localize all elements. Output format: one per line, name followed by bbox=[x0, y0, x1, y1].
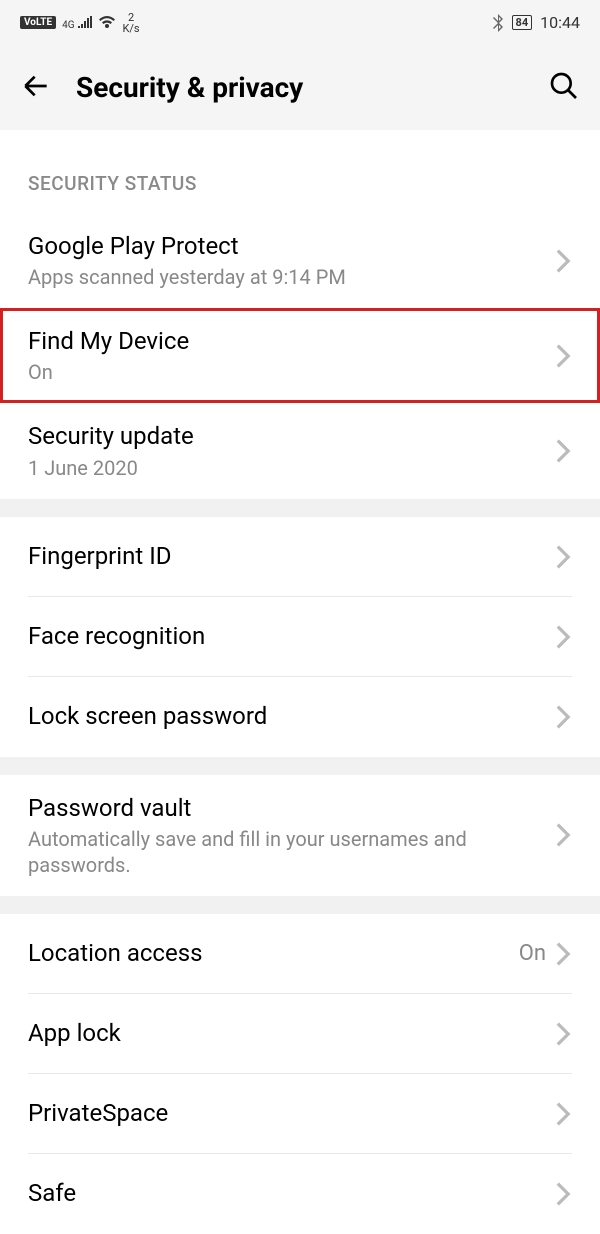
section-divider bbox=[0, 499, 600, 517]
item-title: Lock screen password bbox=[28, 701, 554, 732]
item-face-recognition[interactable]: Face recognition bbox=[0, 597, 600, 677]
back-button[interactable] bbox=[20, 70, 52, 106]
item-google-play-protect[interactable]: Google Play Protect Apps scanned yesterd… bbox=[0, 213, 600, 308]
search-icon bbox=[548, 70, 580, 102]
item-title: Password vault bbox=[28, 793, 554, 824]
chevron-right-icon bbox=[554, 1101, 572, 1127]
item-location-access[interactable]: Location access On bbox=[0, 914, 600, 994]
item-title: App lock bbox=[28, 1018, 554, 1049]
item-title: Security update bbox=[28, 421, 554, 452]
chevron-right-icon bbox=[554, 1021, 572, 1047]
chevron-right-icon bbox=[554, 704, 572, 730]
chevron-right-icon bbox=[554, 822, 572, 848]
item-title: Google Play Protect bbox=[28, 231, 554, 262]
chevron-right-icon bbox=[554, 544, 572, 570]
app-bar: Security & privacy bbox=[0, 45, 600, 130]
volte-badge: VoLTE bbox=[20, 16, 56, 29]
settings-list: SECURITY STATUS Google Play Protect Apps… bbox=[0, 130, 600, 1234]
section-header-security-status: SECURITY STATUS bbox=[0, 130, 600, 213]
item-title: Location access bbox=[28, 938, 519, 969]
status-right: 84 10:44 bbox=[492, 13, 580, 32]
arrow-back-icon bbox=[20, 70, 52, 102]
signal-icon bbox=[78, 16, 92, 28]
status-bar: VoLTE 4G 2 K/s 84 10:44 bbox=[0, 0, 600, 45]
battery-indicator: 84 bbox=[512, 15, 533, 30]
search-button[interactable] bbox=[548, 70, 580, 106]
chevron-right-icon bbox=[554, 438, 572, 464]
chevron-right-icon bbox=[554, 941, 572, 967]
item-security-update[interactable]: Security update 1 June 2020 bbox=[0, 403, 600, 498]
item-app-lock[interactable]: App lock bbox=[0, 994, 600, 1074]
chevron-right-icon bbox=[554, 343, 572, 369]
item-password-vault[interactable]: Password vault Automatically save and fi… bbox=[0, 775, 600, 896]
chevron-right-icon bbox=[554, 248, 572, 274]
status-left: VoLTE 4G 2 K/s bbox=[20, 12, 140, 34]
item-title: Face recognition bbox=[28, 621, 554, 652]
item-title: Fingerprint ID bbox=[28, 541, 554, 572]
item-lock-screen-password[interactable]: Lock screen password bbox=[0, 677, 600, 757]
item-title: Find My Device bbox=[28, 326, 554, 357]
chevron-right-icon bbox=[554, 624, 572, 650]
item-safe[interactable]: Safe bbox=[0, 1154, 600, 1234]
item-subtitle: Automatically save and fill in your user… bbox=[28, 826, 554, 878]
item-find-my-device[interactable]: Find My Device On bbox=[0, 308, 600, 403]
item-privatespace[interactable]: PrivateSpace bbox=[0, 1074, 600, 1154]
item-fingerprint-id[interactable]: Fingerprint ID bbox=[0, 517, 600, 597]
section-divider bbox=[0, 896, 600, 914]
item-subtitle: On bbox=[28, 359, 554, 385]
page-title: Security & privacy bbox=[76, 71, 524, 104]
section-divider bbox=[0, 757, 600, 775]
bluetooth-icon bbox=[492, 14, 504, 32]
chevron-right-icon bbox=[554, 1181, 572, 1207]
network-speed: 2 K/s bbox=[122, 12, 139, 34]
item-title: PrivateSpace bbox=[28, 1098, 554, 1129]
item-subtitle: Apps scanned yesterday at 9:14 PM bbox=[28, 264, 554, 290]
item-value: On bbox=[519, 941, 546, 966]
item-subtitle: 1 June 2020 bbox=[28, 455, 554, 481]
item-title: Safe bbox=[28, 1178, 554, 1209]
wifi-icon bbox=[98, 16, 116, 30]
network-type: 4G bbox=[62, 13, 92, 32]
clock: 10:44 bbox=[540, 13, 580, 32]
